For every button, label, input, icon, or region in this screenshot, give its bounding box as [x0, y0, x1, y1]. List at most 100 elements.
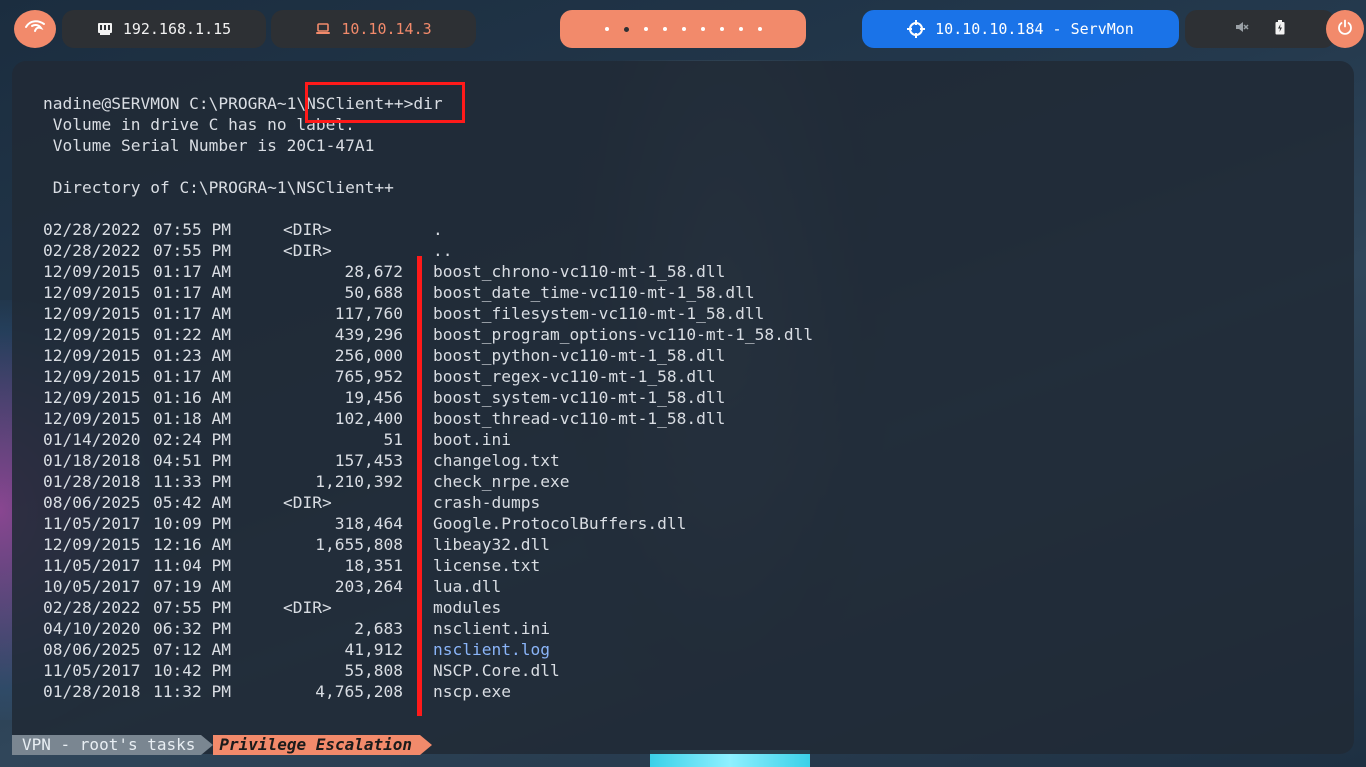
- dir-entry-row: 12/09/2015 01:17 AM 765,952 boost_regex-vc1…: [43, 366, 1334, 387]
- entry-name: lua.dll: [433, 577, 502, 596]
- top-bar: 192.168.1.15 10.10.14.3 10.10.10.184 - S…: [0, 0, 1366, 58]
- power-icon: [1337, 19, 1353, 39]
- highlight-bar-annotation: [417, 256, 422, 716]
- entry-size: 28,672: [344, 262, 403, 281]
- entry-dir-flag: <DIR>: [283, 493, 332, 512]
- entry-name: nscp.exe: [433, 682, 511, 701]
- entry-size: 157,453: [334, 451, 403, 470]
- entry-date: 02/28/2022: [43, 241, 141, 260]
- vpn-ip-text: 10.10.14.3: [341, 20, 432, 38]
- entry-size: 55,808: [344, 661, 403, 680]
- entry-name: boost_regex-vc110-mt-1_58.dll: [433, 367, 716, 386]
- entry-dir-flag: <DIR>: [283, 220, 332, 239]
- entry-size: 439,296: [334, 325, 403, 344]
- terminal-line: Volume in drive C has no label.: [43, 115, 355, 134]
- vpn-ip-widget[interactable]: 10.10.14.3: [271, 10, 476, 48]
- dir-entry-row: 12/09/2015 12:16 AM 1,655,808 libeay32.dll: [43, 534, 1334, 555]
- entry-name: license.txt: [433, 556, 541, 575]
- workspace-switcher[interactable]: [560, 10, 806, 48]
- workspace-dot[interactable]: [604, 27, 609, 31]
- network-card-icon: [97, 22, 113, 36]
- entry-name: crash-dumps: [433, 493, 541, 512]
- entry-size: 256,000: [334, 346, 403, 365]
- dir-entry-row: 12/09/2015 01:17 AM 28,672 boost_chrono-vc1…: [43, 261, 1334, 282]
- entry-size: 765,952: [334, 367, 403, 386]
- tmux-status-line: VPN - root's tasks Privilege Escalation: [12, 735, 433, 755]
- dir-entry-row: 12/09/2015 01:16 AM 19,456 boost_system-vc1…: [43, 387, 1334, 408]
- entry-name: boost_python-vc110-mt-1_58.dll: [433, 346, 726, 365]
- entry-name: nsclient.log: [433, 640, 550, 659]
- entry-date: 02/28/2022: [43, 220, 141, 239]
- launcher-button[interactable]: [14, 10, 56, 48]
- entry-time: 07:55 PM: [153, 598, 231, 617]
- entry-name: boost_program_options-vc110-mt-1_58.dll: [433, 325, 814, 344]
- system-status-widget[interactable]: [1185, 10, 1335, 48]
- entry-size: 51: [383, 430, 404, 449]
- dir-entry-row: 01/28/2018 11:33 PM 1,210,392 check_nrpe.ex…: [43, 471, 1334, 492]
- highlight-box-annotation: [305, 82, 465, 123]
- dir-entry-row: 12/09/2015 01:17 AM 50,688 boost_date_time-…: [43, 282, 1334, 303]
- dir-entry-row: 12/09/2015 01:22 AM 439,296 boost_program_o…: [43, 324, 1334, 345]
- workspace-dot[interactable]: [719, 27, 724, 31]
- entry-size: 102,400: [334, 409, 403, 428]
- entry-size: 1,210,392: [315, 472, 403, 491]
- entry-name: modules: [433, 598, 502, 617]
- workspace-dot[interactable]: [757, 27, 762, 31]
- workspace-dot[interactable]: [662, 27, 667, 31]
- entry-size: 19,456: [344, 388, 403, 407]
- entry-time: 05:42 AM: [153, 493, 231, 512]
- entry-size: 41,912: [344, 640, 403, 659]
- dir-entry-row: 02/28/2022 07:55 PM <DIR> modules: [43, 597, 1334, 618]
- target-text: 10.10.10.184 - ServMon: [935, 20, 1134, 38]
- terminal-window[interactable]: nadine@SERVMON C:\PROGRA~1\NSClient++>di…: [12, 61, 1354, 754]
- dir-entry-row: 08/06/2025 05:42 AM <DIR> crash-dumps: [43, 492, 1334, 513]
- workspace-dot[interactable]: [738, 27, 743, 31]
- entry-name: nsclient.ini: [433, 619, 550, 638]
- entry-name: NSCP.Core.dll: [433, 661, 560, 680]
- dir-entry-row: 12/09/2015 01:17 AM 117,760 boost_filesyste…: [43, 303, 1334, 324]
- workspace-dot[interactable]: [700, 27, 705, 31]
- workspace-dot[interactable]: [681, 27, 686, 31]
- entry-name: boot.ini: [433, 430, 511, 449]
- workspace-dot[interactable]: [643, 27, 648, 31]
- dir-entry-row: 10/05/2017 07:19 AM 203,264 lua.dll: [43, 576, 1334, 597]
- crosshair-icon: [907, 20, 926, 38]
- workspace-dots: [604, 26, 762, 32]
- dir-entry-row: 12/09/2015 01:18 AM 102,400 boost_thread-vc…: [43, 408, 1334, 429]
- entry-name: changelog.txt: [433, 451, 560, 470]
- dir-entry-row: 11/05/2017 11:04 PM 18,351 license.txt: [43, 555, 1334, 576]
- dir-entry-row: 11/05/2017 10:42 PM 55,808 NSCP.Core.dll: [43, 660, 1334, 681]
- entry-name: boost_date_time-vc110-mt-1_58.dll: [433, 283, 755, 302]
- target-widget[interactable]: 10.10.10.184 - ServMon: [862, 10, 1179, 48]
- local-ip-widget[interactable]: 192.168.1.15: [62, 10, 266, 48]
- dir-entry-row: 01/14/2020 02:24 PM 51 boot.ini: [43, 429, 1334, 450]
- terminal-line: Directory of C:\PROGRA~1\NSClient++: [43, 178, 394, 197]
- entry-name: check_nrpe.exe: [433, 472, 570, 491]
- entry-date: 08/06/2025: [43, 493, 141, 512]
- kali-dragon-icon: [24, 18, 46, 40]
- entry-date: 02/28/2022: [43, 598, 141, 617]
- entry-name: boost_chrono-vc110-mt-1_58.dll: [433, 262, 726, 281]
- dir-entry-row: 02/28/2022 07:55 PM <DIR>.: [43, 219, 1334, 240]
- window-name[interactable]: Privilege Escalation: [213, 735, 421, 755]
- entry-size: 18,351: [344, 556, 403, 575]
- entry-name: boost_system-vc110-mt-1_58.dll: [433, 388, 726, 407]
- entry-name: ..: [433, 241, 453, 260]
- workspace-dot[interactable]: [623, 26, 629, 32]
- dir-entry-row: 08/06/2025 07:12 AM 41,912 nsclient.log: [43, 639, 1334, 660]
- entry-dir-flag: <DIR>: [283, 241, 332, 260]
- dir-entry-row: 01/18/2018 04:51 PM 157,453 changelog.txt: [43, 450, 1334, 471]
- laptop-icon: [315, 23, 331, 35]
- session-name: VPN - root's tasks: [12, 735, 202, 755]
- entry-time: 07:55 PM: [153, 241, 231, 260]
- entry-size: 117,760: [334, 304, 403, 323]
- battery-icon[interactable]: [1275, 19, 1285, 39]
- dir-entry-row: 12/09/2015 01:23 AM 256,000 boost_python-vc…: [43, 345, 1334, 366]
- entry-size: 1,655,808: [315, 535, 403, 554]
- entry-size: 50,688: [344, 283, 403, 302]
- power-button[interactable]: [1326, 10, 1364, 48]
- dir-entry-row: 11/05/2017 10:09 PM 318,464 Google.Protocol…: [43, 513, 1334, 534]
- mute-icon[interactable]: [1235, 20, 1249, 38]
